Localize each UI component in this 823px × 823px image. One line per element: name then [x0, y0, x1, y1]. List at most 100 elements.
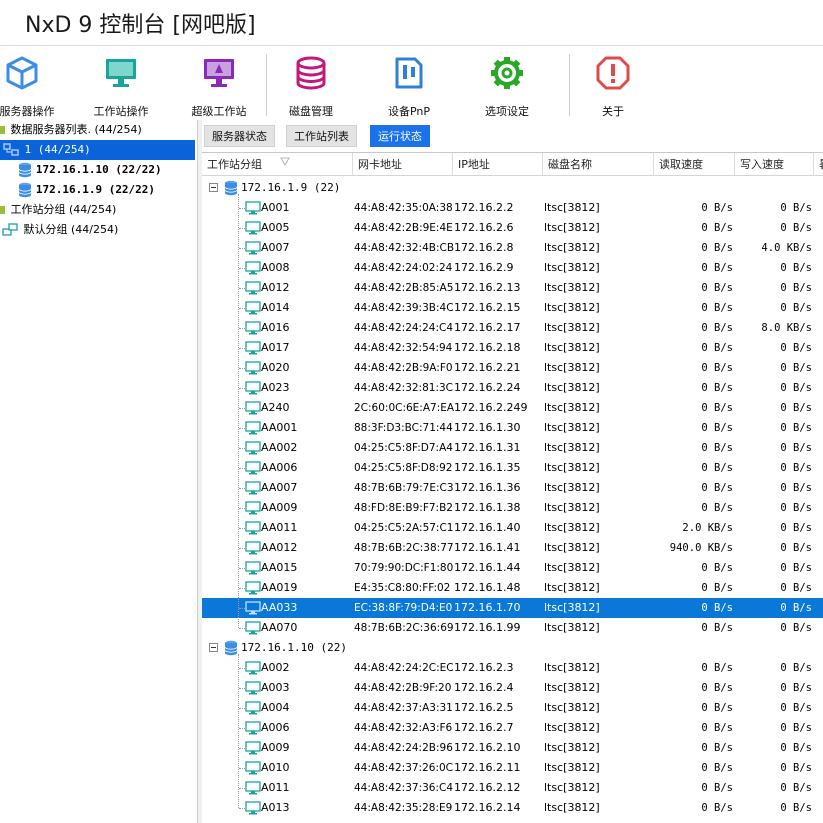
- device-icon: [395, 57, 423, 89]
- cell-write-speed: 0 B/s: [780, 782, 812, 794]
- cell-disk: ltsc[3812]: [544, 421, 600, 434]
- table-row[interactable]: A002 44:A8:42:24:2C:EC 172.16.2.3 ltsc[3812…: [202, 658, 823, 678]
- tab-run-status[interactable]: 运行状态: [370, 125, 430, 147]
- cell-write-speed: 0 B/s: [780, 602, 812, 614]
- table-row[interactable]: AA012 48:7B:6B:2C:38:77 172.16.1.41 ltsc[38…: [202, 538, 823, 558]
- cell-read-speed: 0 B/s: [701, 762, 733, 774]
- tab-workstation-list[interactable]: 工作站列表: [286, 125, 357, 147]
- cell-read-speed: 2.0 KB/s: [682, 522, 733, 534]
- cell-ip: 172.16.2.24: [454, 381, 521, 394]
- column-label: 工作站分组: [207, 158, 262, 171]
- cell-ip: 172.16.2.15: [454, 301, 521, 314]
- table-row[interactable]: AA033 EC:38:8F:79:D4:E0 172.16.1.70 ltsc[38…: [202, 598, 823, 618]
- table-row[interactable]: AA001 88:3F:D3:BC:71:44 172.16.1.30 ltsc[38…: [202, 418, 823, 438]
- table-row[interactable]: A005 44:A8:42:2B:9E:4E 172.16.2.6 ltsc[3812…: [202, 218, 823, 238]
- table-row[interactable]: A004 44:A8:42:37:A3:31 172.16.2.5 ltsc[3812…: [202, 698, 823, 718]
- options-button[interactable]: 选项设定: [472, 50, 542, 118]
- table-row[interactable]: A006 44:A8:42:32:A3:F6 172.16.2.7 ltsc[3812…: [202, 718, 823, 738]
- column-header-read[interactable]: 读取速度: [654, 153, 735, 175]
- tree-item-group-1[interactable]: 1 (44/254): [0, 140, 195, 160]
- cell-read-speed: 0 B/s: [701, 242, 733, 254]
- table-row[interactable]: AA009 48:FD:8E:B9:F7:B2 172.16.1.38 ltsc[38…: [202, 498, 823, 518]
- tree-item-ws-groups[interactable]: 工作站分组 (44/254): [0, 200, 116, 220]
- cell-name: A005: [261, 221, 290, 234]
- tab-server-status[interactable]: 服务器状态: [204, 125, 275, 147]
- table-row[interactable]: A011 44:A8:42:37:36:C4 172.16.2.12 ltsc[381…: [202, 778, 823, 798]
- group-icon: [2, 223, 18, 236]
- table-row[interactable]: A017 44:A8:42:32:54:94 172.16.2.18 ltsc[381…: [202, 338, 823, 358]
- table-row[interactable]: AA070 48:7B:6B:2C:36:69 172.16.1.99 ltsc[38…: [202, 618, 823, 638]
- cell-name: A009: [261, 741, 290, 754]
- collapse-icon[interactable]: [209, 183, 218, 192]
- column-header-extra[interactable]: 暑: [814, 153, 823, 175]
- table-row[interactable]: A023 44:A8:42:32:81:3C 172.16.2.24 ltsc[381…: [202, 378, 823, 398]
- column-header-disk[interactable]: 磁盘名称: [543, 153, 654, 175]
- group-row[interactable]: 172.16.1.10 (22): [202, 638, 823, 658]
- cell-name: A023: [261, 381, 290, 394]
- table-row[interactable]: A014 44:A8:42:39:3B:4C 172.16.2.15 ltsc[381…: [202, 298, 823, 318]
- table-row[interactable]: A012 44:A8:42:2B:85:A5 172.16.2.13 ltsc[381…: [202, 278, 823, 298]
- column-header-ip[interactable]: IP地址: [453, 153, 543, 175]
- tree-item-server-a[interactable]: 172.16.1.10 (22/22): [18, 160, 162, 180]
- table-row[interactable]: AA019 E4:35:C8:80:FF:02 172.16.1.48 ltsc[38…: [202, 578, 823, 598]
- table-row[interactable]: A240 2C:60:0C:6E:A7:EA 172.16.2.249 ltsc[38…: [202, 398, 823, 418]
- super-workstation-button[interactable]: 超级工作站: [184, 50, 254, 118]
- cell-read-speed: 0 B/s: [701, 782, 733, 794]
- cell-read-speed: 0 B/s: [701, 282, 733, 294]
- cell-mac: 44:A8:42:24:24:C4: [354, 322, 454, 334]
- table-row[interactable]: A020 44:A8:42:2B:9A:F0 172.16.2.21 ltsc[381…: [202, 358, 823, 378]
- table-row[interactable]: A013 44:A8:42:35:28:E9 172.16.2.14 ltsc[381…: [202, 798, 823, 818]
- about-button[interactable]: 关于: [578, 50, 648, 118]
- column-header-group[interactable]: 工作站分组: [202, 153, 353, 175]
- tree-item-server-b[interactable]: 172.16.1.9 (22/22): [18, 180, 155, 200]
- cell-name: AA006: [261, 461, 298, 474]
- table-row[interactable]: A010 44:A8:42:37:26:0C 172.16.2.11 ltsc[381…: [202, 758, 823, 778]
- tree-item-server-list[interactable]: 数据服务器列表. (44/254): [0, 120, 142, 140]
- database-icon: [224, 180, 238, 196]
- table-row[interactable]: AA015 70:79:90:DC:F1:80 172.16.1.44 ltsc[38…: [202, 558, 823, 578]
- group-row[interactable]: 172.16.1.9 (22): [202, 178, 823, 198]
- table-row[interactable]: A008 44:A8:42:24:02:24 172.16.2.9 ltsc[3812…: [202, 258, 823, 278]
- cell-ip: 172.16.2.21: [454, 361, 521, 374]
- tree-item-default-group[interactable]: 默认分组 (44/254): [2, 220, 118, 240]
- cube-icon: [6, 56, 38, 90]
- table-row[interactable]: A007 44:A8:42:32:4B:CB 172.16.2.8 ltsc[3812…: [202, 238, 823, 258]
- workstation-ops-button[interactable]: 工作站操作: [86, 50, 156, 118]
- column-header-mac[interactable]: 网卡地址: [353, 153, 453, 175]
- cell-name: A011: [261, 781, 290, 794]
- cell-write-speed: 0 B/s: [780, 362, 812, 374]
- cell-mac: 44:A8:42:24:2B:96: [354, 742, 453, 754]
- table-row[interactable]: A016 44:A8:42:24:24:C4 172.16.2.17 ltsc[381…: [202, 318, 823, 338]
- table-row[interactable]: AA011 04:25:C5:2A:57:C1 172.16.1.40 ltsc[38…: [202, 518, 823, 538]
- cell-ip: 172.16.1.41: [454, 541, 521, 554]
- cell-write-speed: 0 B/s: [780, 802, 812, 814]
- cell-name: A016: [261, 321, 290, 334]
- tree-label: 默认分组 (44/254): [23, 223, 119, 236]
- cell-mac: EC:38:8F:79:D4:E0: [354, 602, 453, 614]
- cell-write-speed: 4.0 KB/s: [761, 242, 812, 254]
- cell-mac: 44:A8:42:37:26:0C: [354, 762, 454, 774]
- table-row[interactable]: A001 44:A8:42:35:0A:38 172.16.2.2 ltsc[3812…: [202, 198, 823, 218]
- cell-mac: 44:A8:42:39:3B:4C: [354, 302, 454, 314]
- column-header-write[interactable]: 写入速度: [735, 153, 814, 175]
- table-row[interactable]: A003 44:A8:42:2B:9F:20 172.16.2.4 ltsc[3812…: [202, 678, 823, 698]
- server-ops-button[interactable]: 服务器操作: [0, 50, 62, 118]
- cell-name: A017: [261, 341, 290, 354]
- monitor-icon: [245, 281, 261, 295]
- cell-mac: 44:A8:42:35:0A:38: [354, 202, 453, 214]
- cell-name: A020: [261, 361, 290, 374]
- cell-mac: 04:25:C5:2A:57:C1: [354, 522, 454, 534]
- table-row[interactable]: AA006 04:25:C5:8F:D8:92 172.16.1.35 ltsc[38…: [202, 458, 823, 478]
- monitor-icon: [245, 421, 261, 435]
- cell-ip: 172.16.1.99: [454, 621, 521, 634]
- table-row[interactable]: A009 44:A8:42:24:2B:96 172.16.2.10 ltsc[381…: [202, 738, 823, 758]
- cell-disk: ltsc[3812]: [544, 461, 600, 474]
- cell-read-speed: 0 B/s: [701, 582, 733, 594]
- device-pnp-button[interactable]: 设备PnP: [374, 50, 444, 118]
- table-row[interactable]: AA002 04:25:C5:8F:D7:A4 172.16.1.31 ltsc[38…: [202, 438, 823, 458]
- collapse-icon[interactable]: [209, 643, 218, 652]
- cell-name: A010: [261, 761, 290, 774]
- disk-mgmt-button[interactable]: 磁盘管理: [276, 50, 346, 118]
- cell-disk: ltsc[3812]: [544, 721, 600, 734]
- table-row[interactable]: AA007 48:7B:6B:79:7E:C3 172.16.1.36 ltsc[38…: [202, 478, 823, 498]
